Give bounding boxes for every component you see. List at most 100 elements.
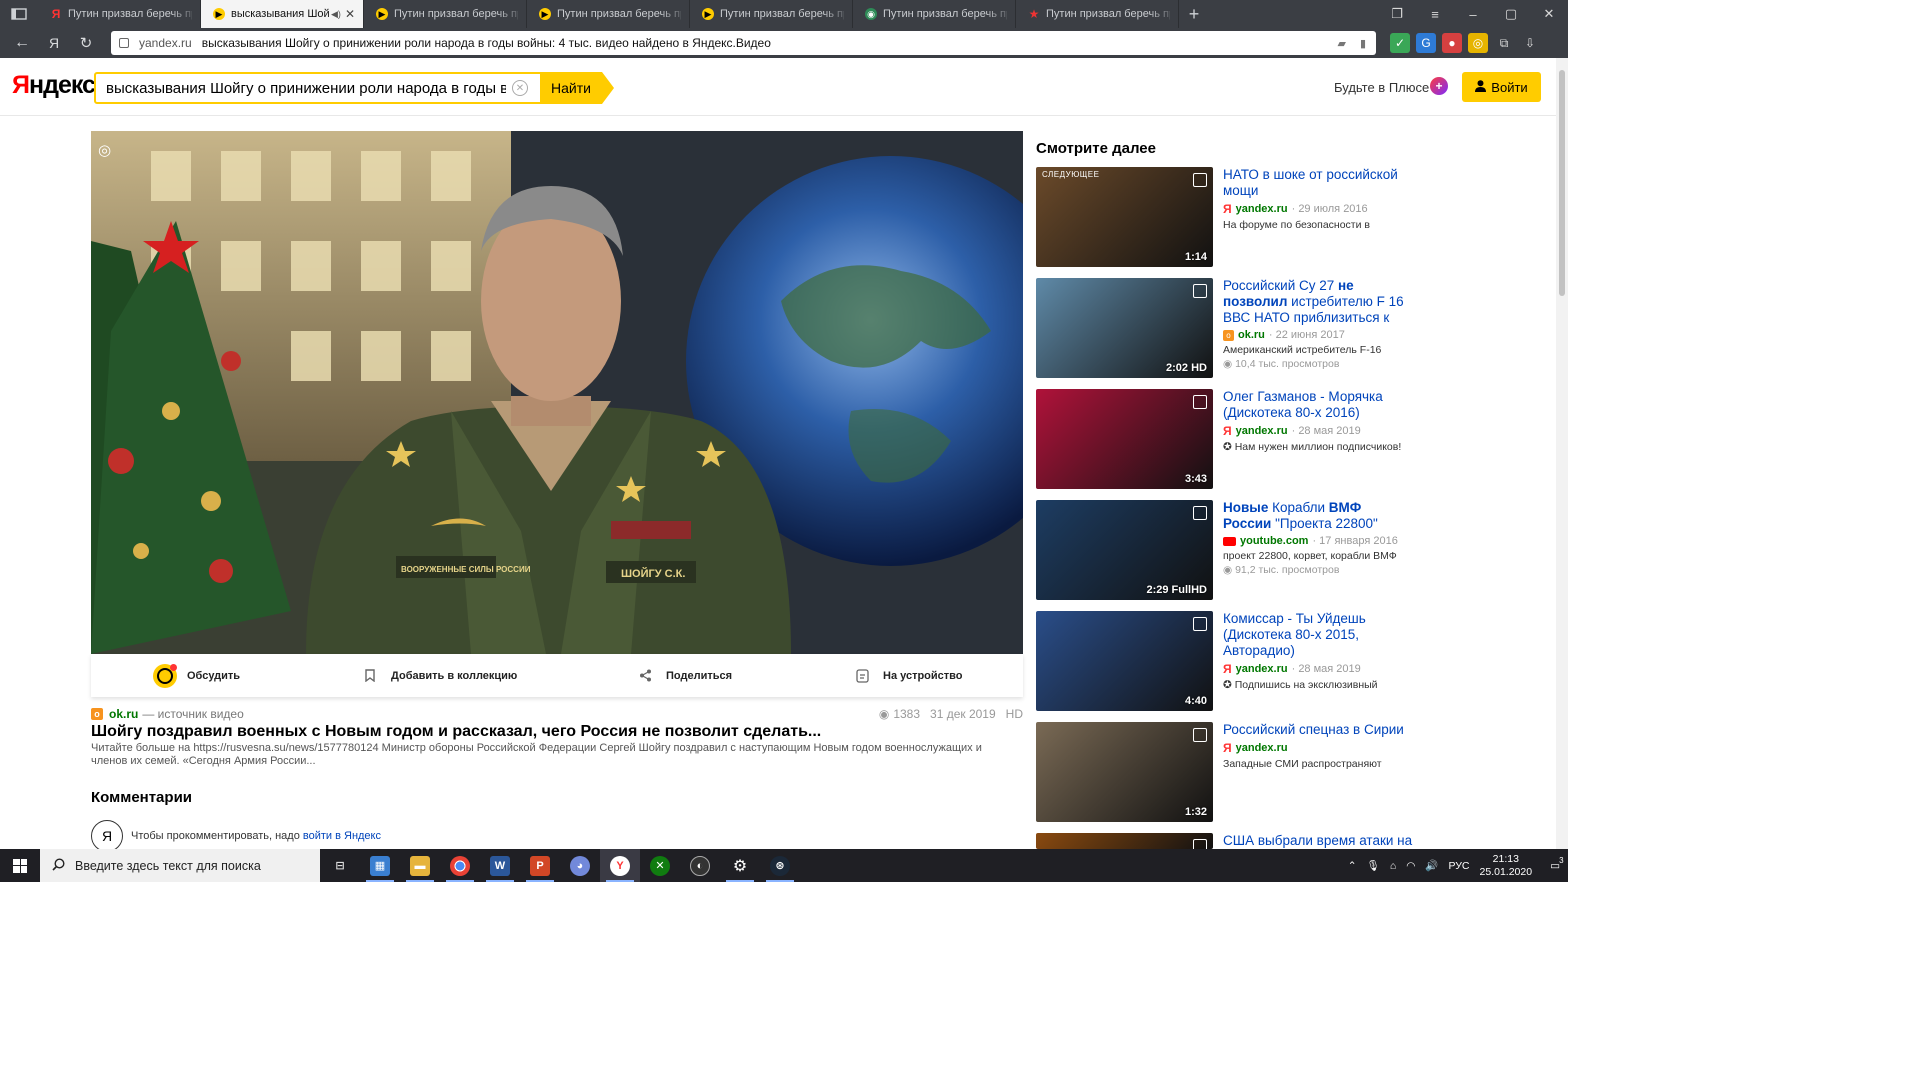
related-title[interactable]: Комиссар - Ты Уйдешь (Дискотека 80-х 201…	[1223, 611, 1413, 659]
related-video-item[interactable]: 1:32 Российский спецназ в Сирии Яyandex.ru…	[1036, 722, 1416, 822]
blocker-extension-icon[interactable]: ●	[1442, 33, 1462, 53]
related-title[interactable]: НАТО в шоке от российской мощи	[1223, 167, 1413, 199]
microphone-icon[interactable]: 🎙	[1367, 859, 1380, 872]
search-input[interactable]	[106, 79, 506, 97]
reload-button[interactable]: ↻	[70, 34, 102, 52]
sound-icon[interactable]: ◀)	[331, 9, 341, 20]
bookmark-icon[interactable]: ▮	[1360, 37, 1366, 50]
word-icon[interactable]: W	[480, 849, 520, 882]
share-button[interactable]: Поделиться	[634, 665, 732, 687]
notifications-icon[interactable]: ▭ 3	[1550, 856, 1563, 872]
maximize-button[interactable]: ▢	[1492, 0, 1530, 28]
new-tab-button[interactable]: +	[1179, 4, 1209, 25]
tabs-overview-icon[interactable]	[0, 0, 38, 28]
sync-icon[interactable]: ⧉	[1494, 33, 1514, 53]
lock-icon[interactable]	[119, 38, 129, 48]
source-host-link[interactable]: ok.ru	[109, 707, 138, 721]
network-icon[interactable]: ⌂	[1390, 860, 1396, 872]
xbox-icon[interactable]: ✕	[640, 849, 680, 882]
related-host[interactable]: yandex.ru	[1236, 742, 1288, 754]
minimize-button[interactable]: –	[1454, 0, 1492, 28]
related-thumbnail[interactable]: 3:43	[1036, 389, 1213, 489]
clear-search-icon[interactable]: ✕	[512, 80, 528, 96]
send-to-device-button[interactable]: На устройство	[851, 665, 963, 687]
settings-icon[interactable]: ⚙	[720, 849, 760, 882]
related-title[interactable]: Российский Су 27 не позволил истребителю…	[1223, 278, 1413, 326]
obs-icon[interactable]: ◐	[680, 849, 720, 882]
app-icon[interactable]: ▦	[360, 849, 400, 882]
translate-extension-icon[interactable]: G	[1416, 33, 1436, 53]
volume-icon[interactable]: 🔊	[1425, 859, 1438, 872]
related-thumbnail[interactable]: СЛЕДУЮЩЕЕ 1:14	[1036, 167, 1213, 267]
yandex-logo[interactable]: Яндекс	[12, 71, 96, 100]
related-thumbnail[interactable]: 2:29 FullHD	[1036, 500, 1213, 600]
related-thumbnail[interactable]: 2:02 HD	[1036, 278, 1213, 378]
url-field[interactable]: yandex.ru высказывания Шойгу о принижени…	[111, 31, 1376, 55]
related-thumbnail[interactable]: 4:40	[1036, 611, 1213, 711]
related-title[interactable]: Российский спецназ в Сирии	[1223, 722, 1413, 738]
plus-icon[interactable]: +	[1430, 77, 1448, 95]
clock[interactable]: 21:13 25.01.2020	[1480, 853, 1533, 879]
tab-manager-icon[interactable]: ❐	[1378, 0, 1416, 28]
search-button[interactable]: Найти	[540, 72, 602, 104]
related-host[interactable]: yandex.ru	[1236, 663, 1288, 675]
related-thumbnail[interactable]: 1:32	[1036, 722, 1213, 822]
related-thumbnail[interactable]	[1036, 833, 1213, 849]
related-title[interactable]: Олег Газманов - Морячка (Дискотека 80-х …	[1223, 389, 1413, 421]
browser-tab[interactable]: ★ Путин призвал беречь пр	[1016, 0, 1179, 28]
related-host[interactable]: youtube.com	[1240, 535, 1308, 547]
downloads-icon[interactable]: ⇩	[1520, 33, 1540, 53]
browser-tab[interactable]: ▶ высказывания Шойг ◀) ✕	[201, 0, 364, 28]
save-icon[interactable]	[1193, 284, 1207, 298]
save-icon[interactable]	[1193, 506, 1207, 520]
video-title[interactable]: Шойгу поздравил военных с Новым годом и …	[91, 723, 1023, 741]
camera-off-icon[interactable]: ▰	[1337, 37, 1345, 50]
start-button[interactable]	[0, 849, 40, 882]
discord-icon[interactable]: ◕	[560, 849, 600, 882]
steam-icon[interactable]: ⊛	[760, 849, 800, 882]
browser-tab[interactable]: Я Путин призвал беречь пр	[38, 0, 201, 28]
chrome-icon[interactable]	[440, 849, 480, 882]
back-button[interactable]: ←	[6, 34, 38, 52]
task-view-icon[interactable]: ⊟	[320, 849, 360, 882]
extension-icon[interactable]: ◎	[1468, 33, 1488, 53]
close-tab-icon[interactable]: ✕	[345, 7, 355, 21]
plus-promo-link[interactable]: Будьте в Плюсе	[1334, 80, 1429, 95]
adguard-extension-icon[interactable]: ✓	[1390, 33, 1410, 53]
related-title[interactable]: Новые Корабли ВМФ России "Проекта 22800"	[1223, 500, 1413, 532]
related-title[interactable]: США выбрали время атаки на	[1223, 833, 1413, 849]
browser-tab[interactable]: ▶ Путин призвал беречь пр	[527, 0, 690, 28]
related-host[interactable]: yandex.ru	[1236, 425, 1288, 437]
browser-tab[interactable]: ▶ Путин призвал беречь пр	[364, 0, 527, 28]
related-video-item[interactable]: СЛЕДУЮЩЕЕ 1:14 НАТО в шоке от российской м…	[1036, 167, 1416, 267]
save-icon[interactable]	[1193, 173, 1207, 187]
video-player[interactable]: ВООРУЖЕННЫЕ СИЛЫ РОССИИ ШОЙГУ С.К. ◎	[91, 131, 1023, 654]
close-window-button[interactable]: ✕	[1530, 0, 1568, 28]
related-video-item[interactable]: 2:29 FullHD Новые Корабли ВМФ России "Про…	[1036, 500, 1416, 600]
taskbar-search[interactable]: Введите здесь текст для поиска	[40, 849, 320, 882]
login-button[interactable]: Войти	[1462, 72, 1541, 102]
save-icon[interactable]	[1193, 839, 1207, 849]
discuss-button[interactable]: Обсудить	[153, 663, 240, 688]
related-video-item[interactable]: США выбрали время атаки на	[1036, 833, 1416, 849]
wifi-icon[interactable]: ◠	[1406, 860, 1415, 872]
yandex-browser-icon[interactable]: Y	[600, 849, 640, 882]
save-icon[interactable]	[1193, 617, 1207, 631]
related-host[interactable]: yandex.ru	[1236, 203, 1288, 215]
add-to-collection-button[interactable]: Добавить в коллекцию	[359, 665, 517, 687]
related-host[interactable]: ok.ru	[1238, 329, 1265, 341]
menu-icon[interactable]: ≡	[1416, 0, 1454, 28]
login-link[interactable]: войти в Яндекс	[303, 830, 381, 842]
language-indicator[interactable]: РУС	[1448, 860, 1469, 872]
browser-tab[interactable]: ◉ Путин призвал беречь пр	[853, 0, 1016, 28]
save-icon[interactable]	[1193, 728, 1207, 742]
scrollbar-thumb[interactable]	[1559, 70, 1565, 296]
chevron-up-icon[interactable]: ⌃	[1348, 860, 1357, 872]
powerpoint-icon[interactable]: P	[520, 849, 560, 882]
related-video-item[interactable]: 3:43 Олег Газманов - Морячка (Дискотека 8…	[1036, 389, 1416, 489]
save-icon[interactable]	[1193, 395, 1207, 409]
file-explorer-icon[interactable]: ▬	[400, 849, 440, 882]
related-video-item[interactable]: 4:40 Комиссар - Ты Уйдешь (Дискотека 80-х…	[1036, 611, 1416, 711]
yandex-home-button[interactable]: Я	[38, 35, 70, 51]
page-scrollbar[interactable]	[1556, 58, 1568, 849]
